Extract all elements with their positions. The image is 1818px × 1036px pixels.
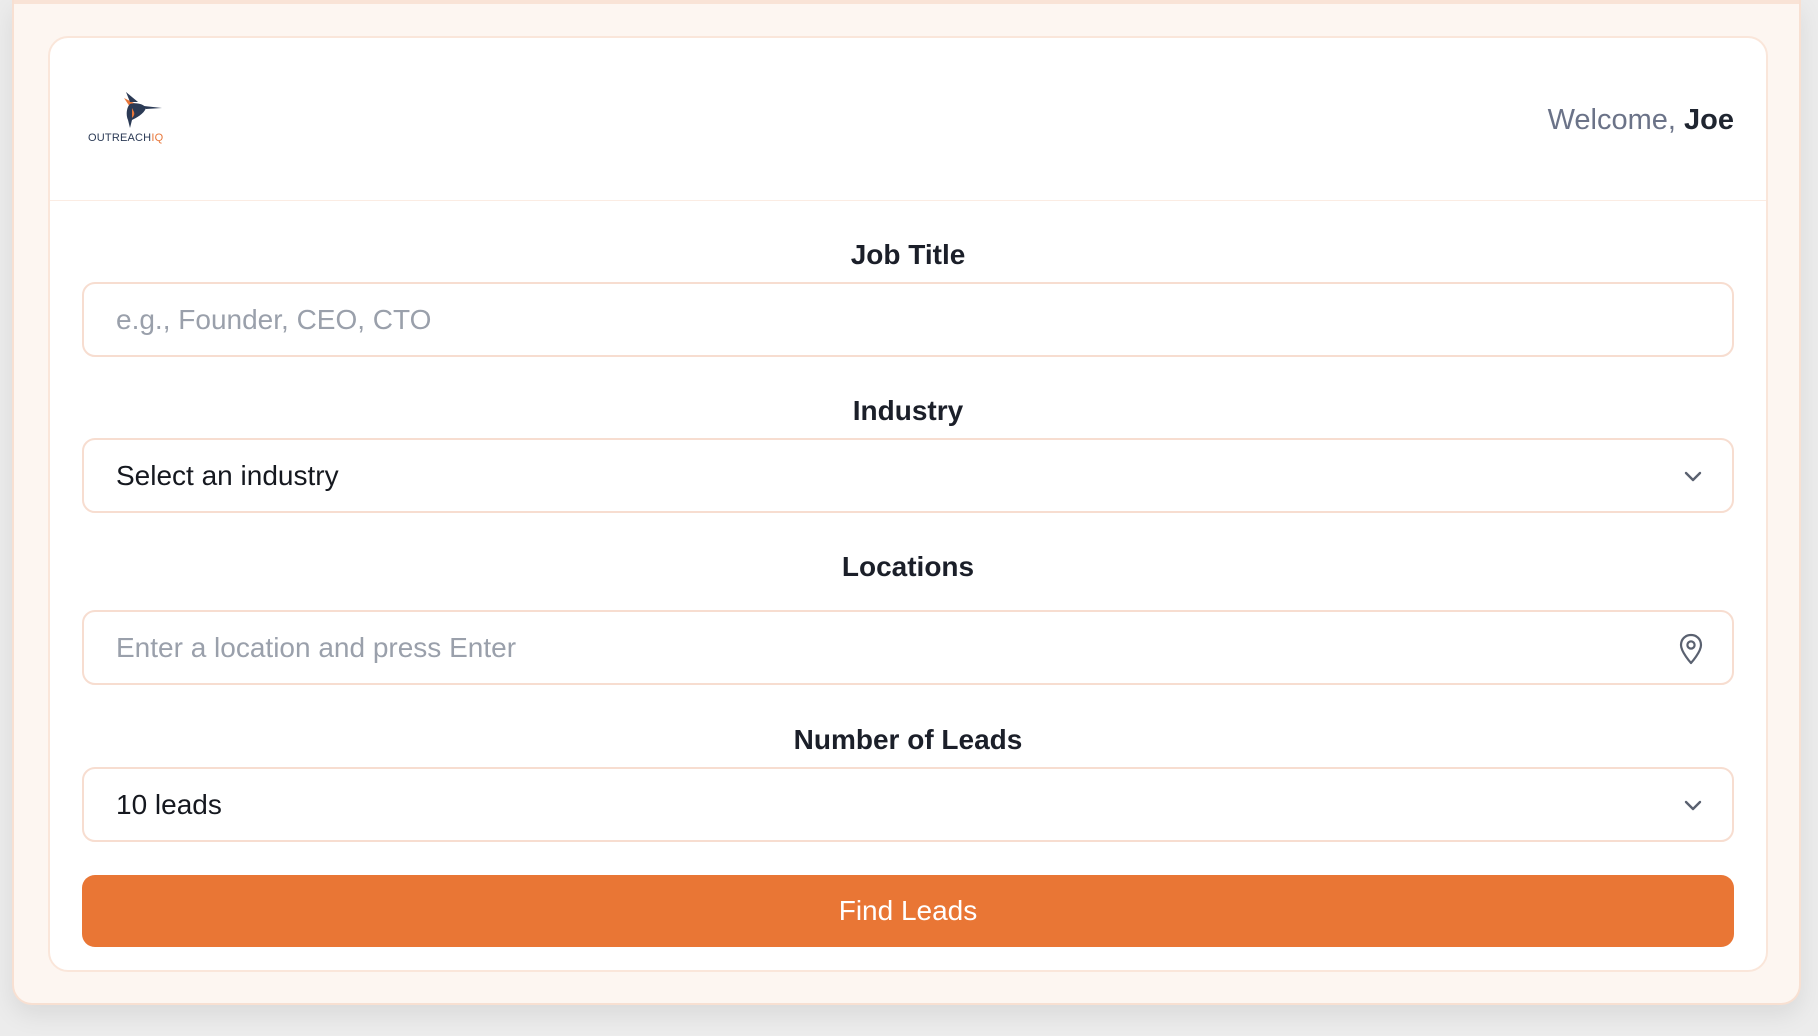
find-leads-button[interactable]: Find Leads [82, 875, 1734, 947]
industry-selected-value: Select an industry [116, 460, 339, 491]
user-name: Joe [1684, 104, 1734, 136]
number-of-leads-label: Number of Leads [793, 724, 1023, 755]
map-pin-icon [1679, 633, 1703, 665]
chevron-down-icon [1684, 800, 1702, 811]
header: OUTREACHIQ Welcome, Joe [50, 38, 1766, 201]
chevron-down-icon [1684, 471, 1702, 482]
welcome-prefix: Welcome, [1547, 104, 1676, 136]
industry-label: Industry [852, 395, 964, 426]
locations-label: Locations [841, 551, 975, 582]
hummingbird-icon [124, 92, 162, 128]
welcome-message: Welcome, Joe [1548, 104, 1734, 137]
job-title-input[interactable] [84, 284, 1732, 355]
logo[interactable]: OUTREACHIQ [88, 90, 178, 150]
frame-top-border [14, 0, 1799, 4]
number-of-leads-selected-value: 10 leads [116, 789, 222, 820]
job-title-field[interactable] [82, 282, 1734, 357]
locations-field[interactable] [82, 610, 1734, 685]
industry-select[interactable]: Select an industry [82, 438, 1734, 513]
lead-search-card: OUTREACHIQ Welcome, Joe Job Title Indust… [48, 36, 1768, 972]
logo-text-accent: IQ [151, 132, 164, 144]
number-of-leads-select[interactable]: 10 leads [82, 767, 1734, 842]
logo-text: OUTREACHIQ [88, 132, 164, 144]
app-frame: OUTREACHIQ Welcome, Joe Job Title Indust… [12, 0, 1801, 1005]
job-title-label: Job Title [850, 239, 966, 270]
locations-input[interactable] [84, 612, 1732, 683]
